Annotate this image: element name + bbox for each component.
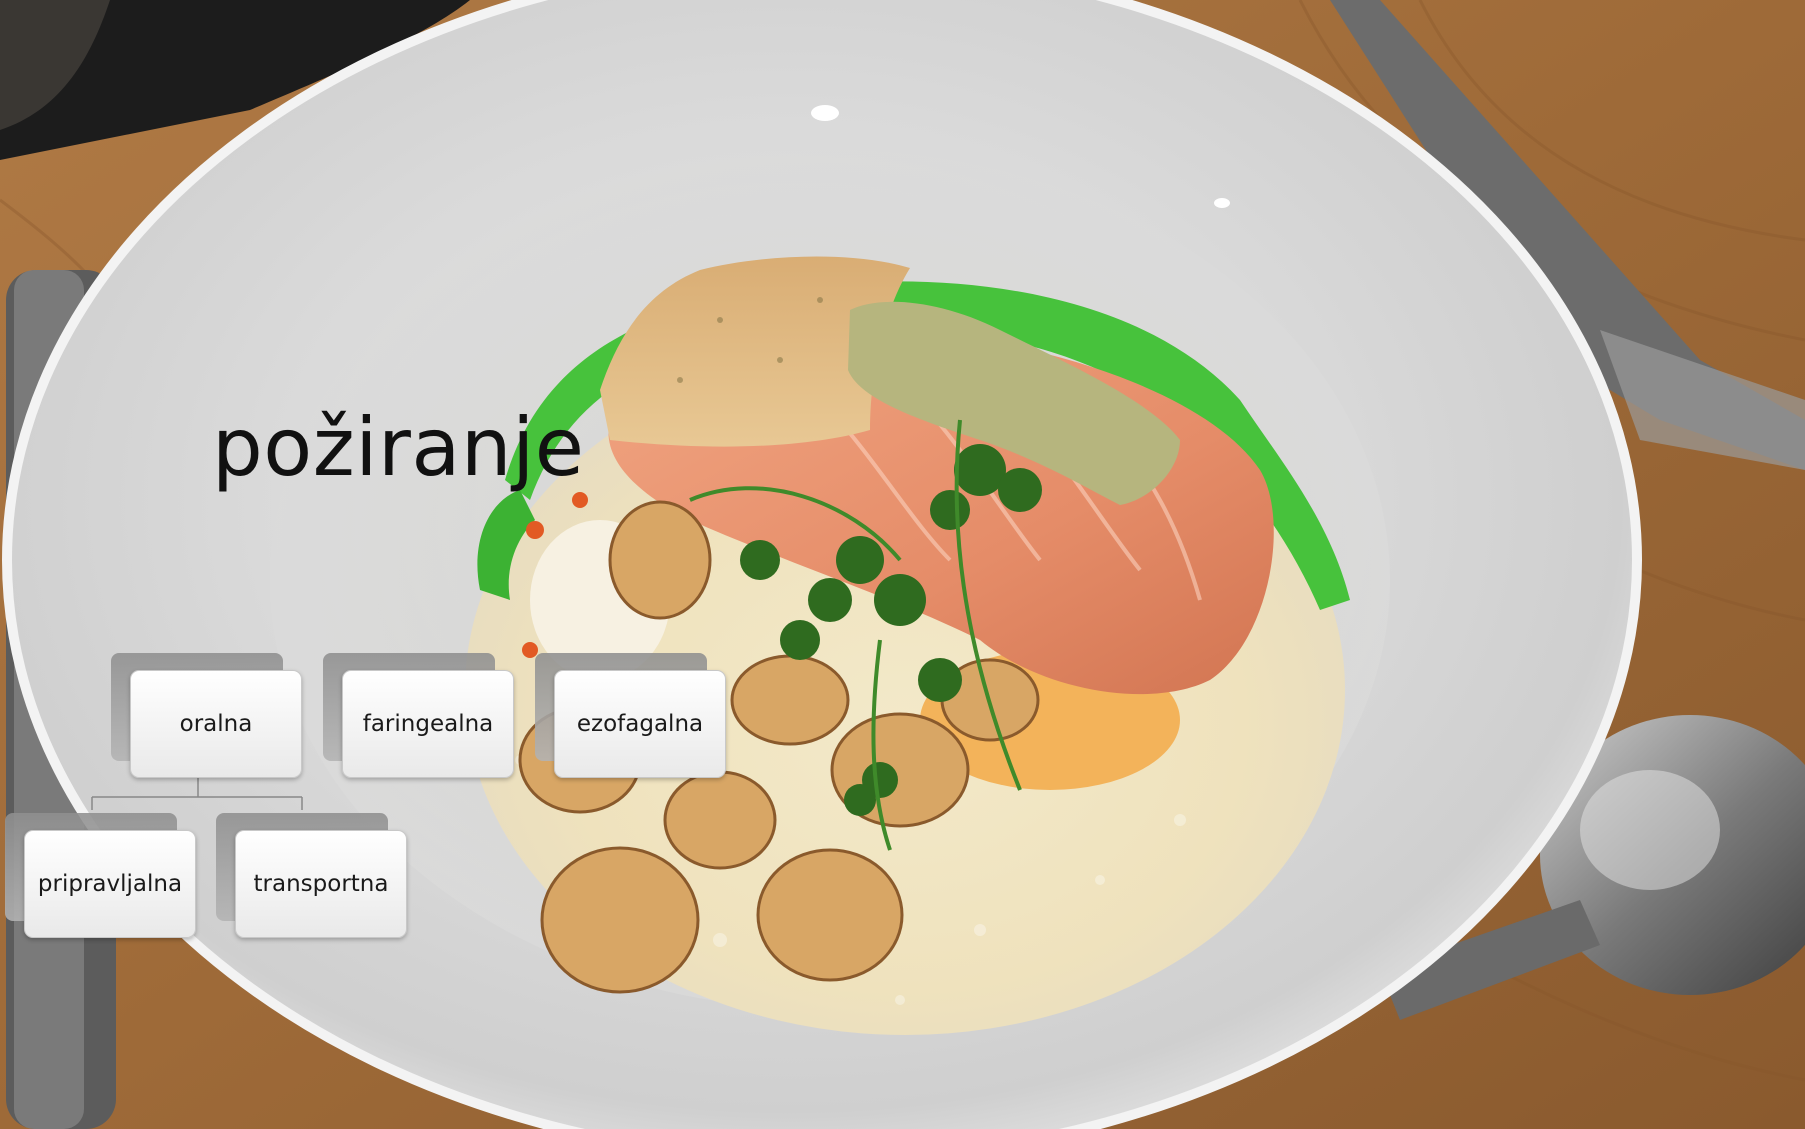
card-label: ezofagalna bbox=[576, 711, 704, 737]
card-label: transportna bbox=[253, 871, 389, 897]
card-ezofagalna[interactable]: ezofagalna bbox=[554, 670, 726, 778]
card-label: faringealna bbox=[362, 711, 494, 737]
card-label: pripravljalna bbox=[37, 871, 183, 897]
slide: požiranje oralna faringealna ezofagalna … bbox=[0, 0, 1805, 1129]
card-oralna[interactable]: oralna bbox=[130, 670, 302, 778]
card-label: oralna bbox=[179, 711, 253, 737]
card-pripravljalna[interactable]: pripravljalna bbox=[24, 830, 196, 938]
card-transportna[interactable]: transportna bbox=[235, 830, 407, 938]
hierarchy-connector bbox=[91, 778, 303, 810]
card-faringealna[interactable]: faringealna bbox=[342, 670, 514, 778]
